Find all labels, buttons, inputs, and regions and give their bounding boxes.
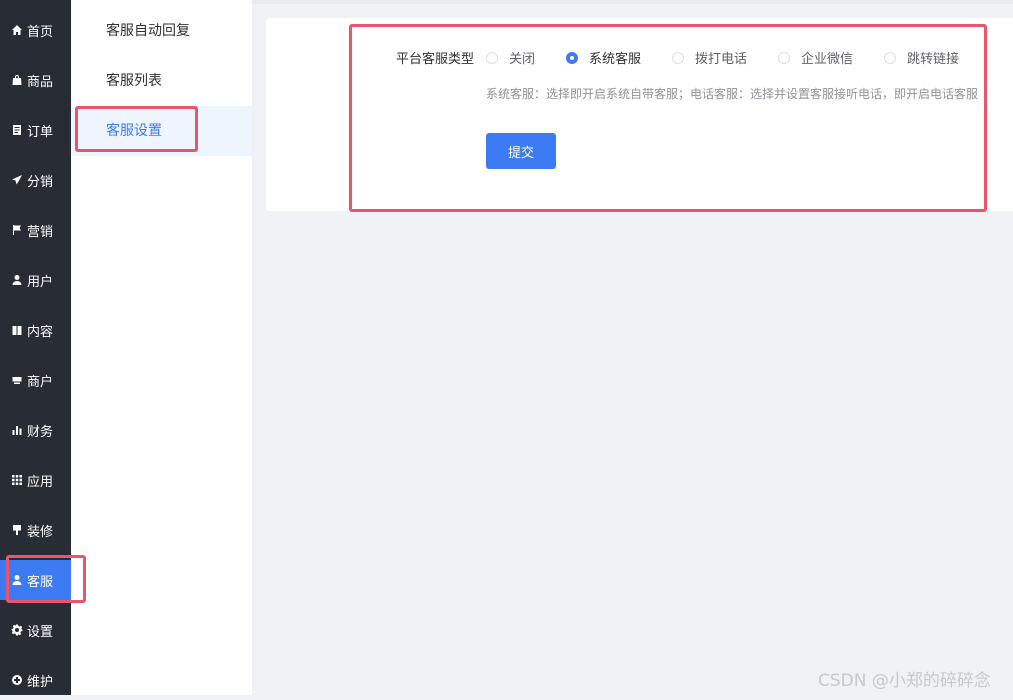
settings-card	[266, 18, 1013, 211]
nav-item-orders[interactable]: 订单	[0, 110, 71, 150]
radio-system-service[interactable]: 系统客服	[566, 48, 641, 67]
user-icon	[11, 574, 23, 586]
top-strip	[252, 0, 1013, 4]
submenu-item-auto-reply[interactable]: 客服自动回复	[71, 6, 252, 56]
document-icon	[11, 124, 23, 136]
nav-item-label: 维护	[27, 674, 54, 690]
book-icon	[11, 324, 23, 336]
submenu: 客服自动回复 客服列表 客服设置	[71, 0, 253, 695]
nav-item-label: 商品	[27, 74, 54, 90]
radio-redirect-link[interactable]: 跳转链接	[884, 48, 959, 67]
nav-item-label: 分销	[27, 174, 54, 190]
bar-chart-icon	[11, 424, 23, 436]
help-text: 系统客服：选择即开启系统自带客服；电话客服：选择并设置客服接听电话，即开启电话客…	[486, 87, 979, 101]
nav-item-label: 营销	[27, 224, 54, 240]
nav-item-content[interactable]: 内容	[0, 310, 71, 350]
service-type-label: 平台客服类型	[396, 52, 475, 67]
submit-button[interactable]: 提交	[486, 133, 556, 169]
nav-item-customer-service[interactable]: 客服	[0, 560, 71, 600]
radio-label: 跳转链接	[907, 52, 960, 67]
nav-item-label: 用户	[27, 274, 54, 290]
bag-icon	[11, 74, 23, 86]
send-icon	[11, 174, 23, 186]
nav-item-label: 订单	[27, 124, 54, 140]
nav-item-label: 设置	[27, 624, 54, 640]
nav-item-home[interactable]: 首页	[0, 10, 71, 50]
nav-item-apps[interactable]: 应用	[0, 460, 71, 500]
user-icon	[11, 274, 23, 286]
flag-icon	[11, 224, 23, 236]
nav-item-label: 装修	[27, 524, 54, 540]
nav-item-merchants[interactable]: 商户	[0, 360, 71, 400]
radio-circle[interactable]	[672, 51, 684, 64]
radio-wechat-work[interactable]: 企业微信	[778, 48, 853, 67]
radio-label: 拨打电话	[695, 52, 748, 67]
nav-item-label: 应用	[27, 474, 54, 490]
store-icon	[11, 374, 23, 386]
radio-circle[interactable]	[884, 51, 896, 64]
nav-item-maintenance[interactable]: 维护	[0, 660, 71, 700]
nav-item-marketing[interactable]: 营销	[0, 210, 71, 250]
submenu-item-service-settings[interactable]: 客服设置	[71, 106, 252, 156]
nav-item-label: 内容	[27, 324, 54, 340]
radio-circle[interactable]	[566, 51, 578, 64]
radio-label: 系统客服	[589, 52, 642, 67]
submenu-item-service-list[interactable]: 客服列表	[71, 56, 252, 106]
grid-icon	[11, 474, 23, 486]
radio-circle[interactable]	[486, 51, 498, 64]
home-icon	[11, 24, 23, 36]
brush-icon	[11, 524, 23, 536]
tool-icon	[11, 674, 23, 686]
nav-item-goods[interactable]: 商品	[0, 60, 71, 100]
radio-circle[interactable]	[778, 51, 790, 64]
nav-item-label: 商户	[27, 374, 54, 390]
nav-item-label: 客服	[27, 574, 54, 590]
radio-close[interactable]: 关闭	[486, 48, 535, 67]
radio-phone-call[interactable]: 拨打电话	[672, 48, 747, 67]
nav-item-label: 财务	[27, 424, 54, 440]
nav-item-decoration[interactable]: 装修	[0, 510, 71, 550]
nav-item-distribution[interactable]: 分销	[0, 160, 71, 200]
nav-item-users[interactable]: 用户	[0, 260, 71, 300]
gear-icon	[11, 624, 23, 636]
nav-item-label: 首页	[27, 24, 54, 40]
radio-label: 企业微信	[801, 52, 854, 67]
main-nav: 首页 商品 订单 分销 营销 用户 内容 商户 财务 应用 装修 客服 设置 维…	[0, 0, 71, 695]
nav-item-settings[interactable]: 设置	[0, 610, 71, 650]
watermark: CSDN @小郑的碎碎念	[818, 671, 991, 691]
radio-label: 关闭	[509, 52, 536, 67]
nav-item-finance[interactable]: 财务	[0, 410, 71, 450]
